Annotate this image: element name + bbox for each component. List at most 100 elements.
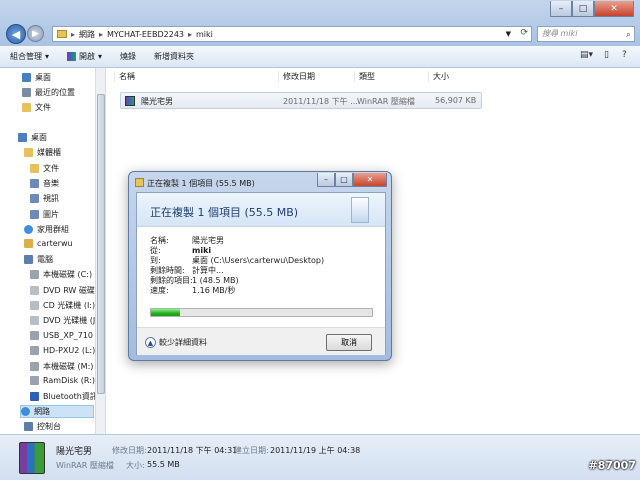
nav-item-videos[interactable]: 視訊 bbox=[30, 193, 59, 204]
status-modified-label: 修改日期: bbox=[112, 446, 147, 455]
less-details-label: 較少詳細資料 bbox=[159, 338, 207, 347]
homegroup-icon bbox=[24, 225, 33, 234]
dialog-heading: 正在複製 1 個項目 (55.5 MB) bbox=[150, 206, 299, 219]
pictures-icon bbox=[30, 210, 39, 219]
dialog-footer: ▲ 較少詳細資料 取消 bbox=[137, 327, 385, 355]
nav-label: 圖片 bbox=[43, 210, 59, 219]
help-icon[interactable]: ? bbox=[622, 50, 627, 60]
breadcrumb-network[interactable]: 網路 bbox=[79, 29, 95, 40]
nav-item-computer[interactable]: 電腦 bbox=[24, 254, 53, 265]
nav-item-pictures[interactable]: 圖片 bbox=[30, 209, 59, 220]
folder-icon bbox=[57, 30, 67, 38]
nav-item-ramdisk[interactable]: RamDisk (R:) bbox=[30, 376, 95, 385]
nav-item-music[interactable]: 音樂 bbox=[30, 178, 59, 189]
nav-item-cd-i[interactable]: CD 光碟機 (I:) U bbox=[30, 300, 104, 311]
less-details-button[interactable]: ▲ 較少詳細資料 bbox=[145, 337, 207, 348]
scrollbar-thumb[interactable] bbox=[97, 94, 105, 394]
organize-button[interactable]: 組合管理 ▾ bbox=[10, 51, 49, 62]
forward-button[interactable]: ▶ bbox=[27, 25, 44, 42]
nav-item-recent[interactable]: 最近的位置 bbox=[22, 87, 75, 98]
breadcrumb-folder[interactable]: miki bbox=[196, 30, 213, 39]
close-button[interactable]: ✕ bbox=[594, 1, 634, 17]
new-folder-label: 新增資料夾 bbox=[154, 52, 195, 61]
nav-item-hd-l[interactable]: HD-PXU2 (L:) bbox=[30, 346, 95, 355]
chevron-up-icon: ▲ bbox=[145, 337, 156, 348]
progress-fill bbox=[151, 309, 180, 316]
from-value[interactable]: miki bbox=[192, 246, 211, 255]
minimize-button[interactable]: – bbox=[550, 1, 572, 17]
column-header-modified[interactable]: 修改日期 bbox=[278, 71, 315, 82]
new-folder-button[interactable]: 新增資料夾 bbox=[154, 51, 194, 62]
nav-item-documents[interactable]: 文件 bbox=[22, 102, 51, 113]
user-folder-icon bbox=[24, 239, 33, 248]
preview-pane-icon[interactable]: ▯ bbox=[604, 50, 609, 60]
documents-icon bbox=[22, 103, 31, 112]
burn-button[interactable]: 燒錄 bbox=[120, 51, 136, 62]
status-size-label: 大小: bbox=[126, 461, 145, 470]
dialog-header: 正在複製 1 個項目 (55.5 MB) bbox=[137, 193, 385, 227]
hard-drive-icon bbox=[30, 376, 39, 385]
cancel-button[interactable]: 取消 bbox=[326, 334, 372, 351]
time-value: 計算中... bbox=[192, 266, 224, 275]
dialog-close-button[interactable]: ✕ bbox=[353, 173, 387, 187]
refresh-icon[interactable]: ⟳ bbox=[520, 28, 528, 38]
nav-item-drive-c[interactable]: 本機磁碟 (C:) bbox=[30, 269, 92, 280]
column-header-name[interactable]: 名稱 bbox=[114, 71, 135, 82]
navigation-pane: 桌面 最近的位置 文件 桌面 媒體櫃 文件 音樂 視訊 圖片 家用群組 cart… bbox=[0, 68, 106, 434]
nav-label: 文件 bbox=[43, 164, 59, 173]
column-header-type[interactable]: 類型 bbox=[354, 71, 375, 82]
nav-label: 電腦 bbox=[37, 255, 53, 264]
back-arrow-icon: ◀ bbox=[11, 27, 21, 41]
nav-item-desktop[interactable]: 桌面 bbox=[18, 132, 47, 143]
nav-item-libraries[interactable]: 媒體櫃 bbox=[24, 147, 61, 158]
address-bar[interactable]: ▸ 網路 ▸ MYCHAT-EEBD2243 ▸ miki ▼ ⟳ bbox=[52, 26, 532, 42]
open-button[interactable]: 開啟 ▾ bbox=[67, 51, 102, 62]
nav-item-dvd-j[interactable]: DVD 光碟機 (J:) bbox=[30, 315, 101, 326]
search-input[interactable]: 搜尋 miki ⌕ bbox=[537, 26, 635, 42]
status-file-type: WinRAR 壓縮檔 bbox=[56, 461, 114, 470]
desktop-icon bbox=[18, 133, 27, 142]
search-icon[interactable]: ⌕ bbox=[626, 28, 631, 42]
column-header-size[interactable]: 大小 bbox=[428, 71, 449, 82]
winrar-file-icon bbox=[125, 96, 135, 106]
winrar-file-icon bbox=[19, 442, 45, 474]
nav-item-network[interactable]: 網路 bbox=[20, 405, 94, 418]
breadcrumb-host[interactable]: MYCHAT-EEBD2243 bbox=[107, 30, 184, 39]
control-panel-icon bbox=[24, 422, 33, 431]
file-type: WinRAR 壓縮檔 bbox=[357, 97, 415, 106]
forward-arrow-icon: ▶ bbox=[32, 28, 39, 39]
organize-label: 組合管理 bbox=[10, 52, 42, 61]
nav-item-favorite-desktop[interactable]: 桌面 bbox=[22, 72, 51, 83]
to-value[interactable]: 桌面 (C:\Users\carterwu\Desktop) bbox=[192, 256, 324, 265]
nav-item-drive-m[interactable]: 本機磁碟 (M:) bbox=[30, 361, 93, 372]
address-dropdown-icon[interactable]: ▼ bbox=[506, 30, 511, 38]
nav-label: HD-PXU2 (L:) bbox=[43, 346, 96, 355]
dialog-maximize-button[interactable]: □ bbox=[335, 173, 353, 187]
nav-item-control-panel[interactable]: 控制台 bbox=[24, 421, 61, 432]
status-modified-value: 2011/11/18 下午 04:31 bbox=[147, 446, 238, 455]
chevron-down-icon: ▾ bbox=[45, 52, 50, 61]
nav-label: RamDisk (R:) bbox=[43, 376, 96, 385]
nav-scrollbar[interactable] bbox=[95, 68, 105, 434]
file-size: 56,907 KB bbox=[435, 96, 477, 105]
nav-item-user[interactable]: carterwu bbox=[24, 239, 73, 248]
open-label: 開啟 bbox=[79, 52, 96, 61]
file-row[interactable]: 陽光宅男 2011/11/18 下午 ... WinRAR 壓縮檔 56,907… bbox=[120, 92, 482, 109]
status-file-name: 陽光宅男 bbox=[56, 447, 93, 457]
documents-icon bbox=[351, 197, 369, 223]
computer-icon bbox=[24, 255, 33, 264]
recent-places-icon bbox=[22, 88, 31, 97]
nav-item-dvd-rw[interactable]: DVD RW 磁碟機 bbox=[30, 285, 103, 296]
maximize-button[interactable]: □ bbox=[572, 1, 594, 17]
status-created-value: 2011/11/19 上午 04:38 bbox=[270, 446, 361, 455]
nav-item-lib-documents[interactable]: 文件 bbox=[30, 163, 59, 174]
dialog-minimize-button[interactable]: – bbox=[317, 173, 335, 187]
documents-icon bbox=[30, 164, 39, 173]
back-button[interactable]: ◀ bbox=[6, 24, 26, 44]
nav-item-usb-k[interactable]: USB_XP_710 (K bbox=[30, 331, 104, 340]
videos-icon bbox=[30, 194, 39, 203]
nav-label: 桌面 bbox=[35, 73, 51, 82]
view-options-icon[interactable]: ▤▾ bbox=[580, 50, 593, 60]
status-created-label: 建立日期: bbox=[234, 446, 269, 455]
nav-item-homegroup[interactable]: 家用群組 bbox=[24, 224, 69, 235]
